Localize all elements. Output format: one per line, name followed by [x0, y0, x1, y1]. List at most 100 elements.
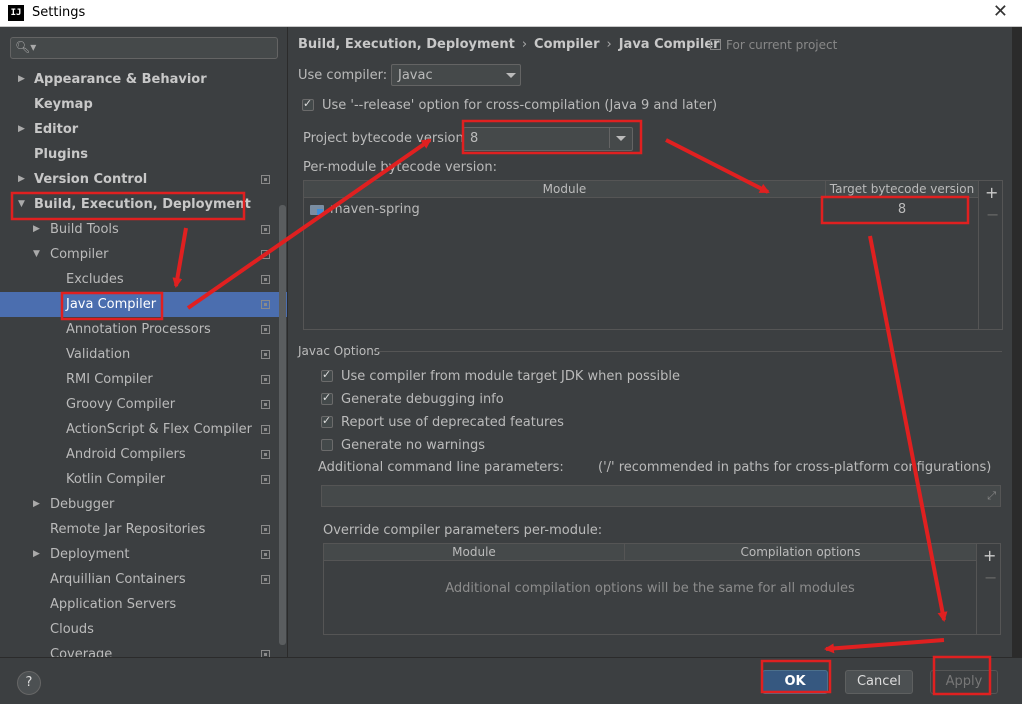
settings-search-input[interactable]: [37, 39, 271, 57]
remove-icon: −: [986, 205, 1000, 224]
javac-option-checkbox[interactable]: Generate debugging info: [321, 391, 721, 408]
sidebar-item-label: RMI Compiler: [66, 372, 153, 387]
sidebar-item-label: Validation: [66, 347, 131, 362]
use-compiler-select[interactable]: Javac: [391, 64, 521, 86]
expand-arrow-right-icon[interactable]: ▶: [18, 67, 25, 92]
expand-arrow-down-icon[interactable]: ▼: [33, 242, 40, 267]
javac-option-label: Use compiler from module target JDK when…: [341, 369, 680, 384]
module-table-toolbar: + −: [979, 180, 1003, 330]
sidebar-item-application-servers[interactable]: Application Servers: [0, 592, 287, 617]
breadcrumb-separator: ›: [606, 37, 612, 52]
window-title: Settings: [32, 5, 86, 20]
breadcrumb-separator: ›: [521, 37, 528, 52]
javac-option-checkbox[interactable]: Use compiler from module target JDK when…: [321, 368, 721, 385]
sidebar-item-appearance-behavior[interactable]: ▶ Appearance & Behavior: [0, 67, 287, 92]
additional-params-label: Additional command line parameters:: [318, 460, 564, 475]
bytecode-version-label: Project bytecode version:: [303, 131, 469, 146]
project-scope-icon: [261, 575, 270, 584]
project-scope-icon: [261, 450, 270, 459]
apply-button: Apply: [930, 670, 998, 694]
bytecode-dropdown-button[interactable]: [609, 128, 632, 148]
expand-arrow-right-icon[interactable]: ▶: [33, 542, 40, 567]
sidebar-item-label: Keymap: [34, 97, 93, 112]
sidebar-item-clouds[interactable]: Clouds: [0, 617, 287, 642]
intellij-app-icon: IJ: [8, 5, 24, 21]
java-compiler-panel: Build, Execution, Deployment › Compiler › Ja…: [288, 27, 1022, 657]
sidebar-item-label: Excludes: [66, 272, 124, 287]
additional-params-hint: ('/' recommended in paths for cross-plat…: [598, 460, 992, 475]
add-icon[interactable]: +: [985, 183, 998, 202]
sidebar-item-label: Build Tools: [50, 222, 119, 237]
sidebar-scrollbar[interactable]: [279, 205, 286, 645]
table-header: Module Target bytecode version: [304, 181, 978, 198]
sidebar-item-java-compiler[interactable]: Java Compiler: [0, 292, 287, 317]
checkbox-icon: [321, 414, 333, 428]
project-scope-icon: [261, 375, 270, 384]
sidebar-item-excludes[interactable]: Excludes: [0, 267, 287, 292]
sidebar-item-kotlin-compiler[interactable]: Kotlin Compiler: [0, 467, 287, 492]
release-option-checkbox[interactable]: Use '--release' option for cross-compila…: [302, 97, 717, 114]
sidebar-item-label: Build, Execution, Deployment: [34, 197, 251, 212]
sidebar-item-compiler[interactable]: ▼ Compiler: [0, 242, 287, 267]
breadcrumb-compiler[interactable]: Compiler: [534, 37, 599, 52]
close-icon[interactable]: ✕: [993, 1, 1008, 22]
sidebar-item-coverage[interactable]: Coverage: [0, 642, 287, 657]
ok-button[interactable]: OK: [762, 670, 828, 694]
section-divider: [376, 351, 1002, 352]
expand-arrow-right-icon[interactable]: ▶: [18, 167, 25, 192]
breadcrumb: Build, Execution, Deployment › Compiler › Ja…: [298, 37, 720, 52]
expand-arrow-right-icon[interactable]: ▶: [18, 117, 25, 142]
add-icon[interactable]: +: [983, 546, 996, 565]
use-compiler-value: Javac: [398, 68, 433, 83]
sidebar-item-editor[interactable]: ▶ Editor: [0, 117, 287, 142]
expand-icon[interactable]: ⤢: [987, 489, 996, 503]
sidebar-item-deployment[interactable]: ▶ Deployment: [0, 542, 287, 567]
sidebar-item-android-compilers[interactable]: Android Compilers: [0, 442, 287, 467]
settings-search-box[interactable]: 🔍︎▾: [10, 37, 278, 59]
expand-arrow-right-icon[interactable]: ▶: [33, 217, 40, 242]
override-table-toolbar: + −: [977, 543, 1001, 635]
cancel-button[interactable]: Cancel: [845, 670, 913, 694]
table-row[interactable]: maven-spring 8: [304, 199, 978, 221]
sidebar-item-rmi-compiler[interactable]: RMI Compiler: [0, 367, 287, 392]
sidebar-item-actionscript-flex-compiler[interactable]: ActionScript & Flex Compiler: [0, 417, 287, 442]
breadcrumb-build-execution-deployment[interactable]: Build, Execution, Deployment: [298, 37, 515, 52]
override-params-table: Module Compilation options Additional co…: [323, 543, 977, 635]
javac-option-checkbox[interactable]: Generate no warnings: [321, 438, 721, 454]
expand-arrow-right-icon[interactable]: ▶: [33, 492, 40, 517]
sidebar-item-annotation-processors[interactable]: Annotation Processors: [0, 317, 287, 342]
project-scope-icon: [261, 525, 270, 534]
project-scope-icon: [261, 275, 270, 284]
override-params-label: Override compiler parameters per-module:: [323, 523, 603, 538]
additional-params-input[interactable]: ⤢: [321, 485, 1001, 507]
sidebar-item-debugger[interactable]: ▶ Debugger: [0, 492, 287, 517]
help-button[interactable]: ?: [17, 671, 41, 695]
sidebar-item-label: Kotlin Compiler: [66, 472, 166, 487]
column-header-module[interactable]: Module: [304, 181, 826, 197]
sidebar-item-label: Remote Jar Repositories: [50, 522, 206, 537]
project-scope-icon: [261, 425, 270, 434]
sidebar-item-plugins[interactable]: Plugins: [0, 142, 287, 167]
sidebar-item-label: Coverage: [50, 647, 113, 657]
column-header-target[interactable]: Target bytecode version: [826, 181, 978, 197]
dialog-button-bar: ? OK Cancel Apply: [0, 657, 1022, 704]
sidebar-item-validation[interactable]: Validation: [0, 342, 287, 367]
use-compiler-label: Use compiler:: [298, 68, 388, 83]
column-header-compilation-options[interactable]: Compilation options: [625, 544, 976, 560]
module-target-version[interactable]: 8: [826, 199, 978, 221]
sidebar-item-remote-jar-repositories[interactable]: Remote Jar Repositories: [0, 517, 287, 542]
bytecode-version-select[interactable]: 8: [463, 127, 633, 151]
sidebar-item-build-tools[interactable]: ▶ Build Tools: [0, 217, 287, 242]
sidebar-item-keymap[interactable]: Keymap: [0, 92, 287, 117]
sidebar-item-label: Java Compiler: [66, 297, 157, 312]
sidebar-item-arquillian-containers[interactable]: Arquillian Containers: [0, 567, 287, 592]
sidebar-item-label: Arquillian Containers: [50, 572, 186, 587]
expand-arrow-down-icon[interactable]: ▼: [18, 192, 25, 217]
sidebar-item-build-execution-deployment[interactable]: ▼ Build, Execution, Deployment: [0, 192, 287, 217]
column-header-module[interactable]: Module: [324, 544, 625, 560]
sidebar-item-groovy-compiler[interactable]: Groovy Compiler: [0, 392, 287, 417]
right-edge-strip: [1012, 27, 1022, 657]
project-scope-icon: [261, 225, 270, 234]
sidebar-item-version-control[interactable]: ▶ Version Control: [0, 167, 287, 192]
javac-option-checkbox[interactable]: Report use of deprecated features: [321, 414, 721, 431]
